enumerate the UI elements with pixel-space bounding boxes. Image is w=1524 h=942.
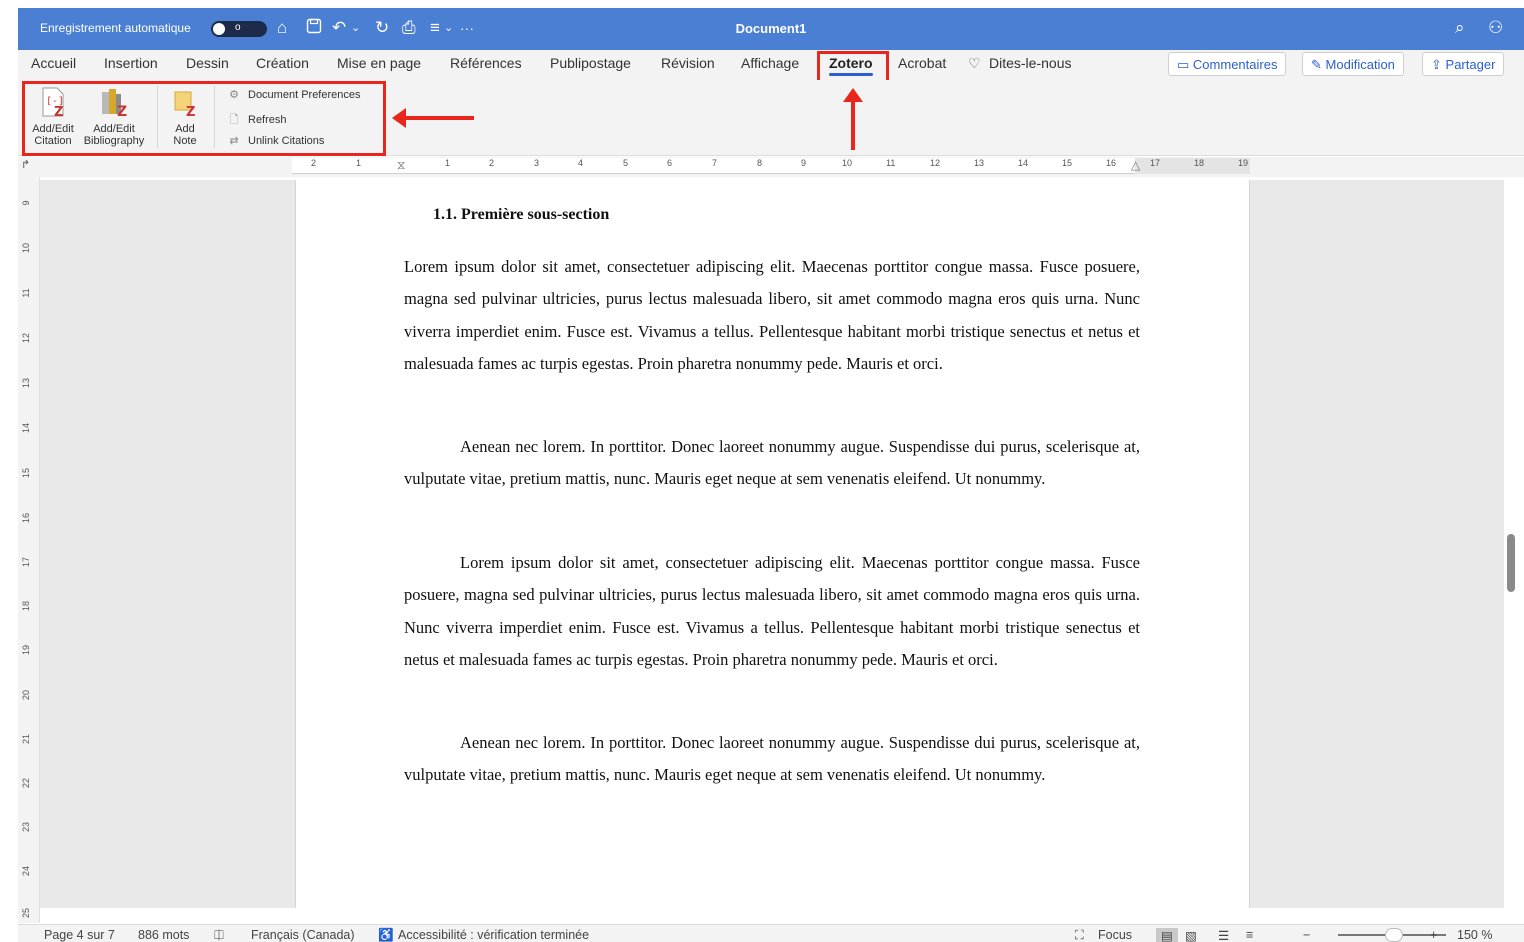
- vertical-ruler-number: 18: [21, 601, 31, 612]
- tab-creation[interactable]: Création: [256, 55, 309, 71]
- status-bar: Page 4 sur 7 886 mots ⎅ Français (Canada…: [18, 924, 1524, 942]
- tab-dessin[interactable]: Dessin: [186, 55, 229, 71]
- vertical-ruler-number: 9: [21, 200, 31, 206]
- language[interactable]: Français (Canada): [251, 928, 355, 942]
- comment-icon: ▭: [1177, 57, 1190, 72]
- tab-publipostage[interactable]: Publipostage: [550, 55, 631, 71]
- web-layout-icon[interactable]: ▧: [1185, 928, 1197, 942]
- ruler-number: 18: [1194, 158, 1205, 168]
- accessibility-status[interactable]: Accessibilité : vérification terminée: [398, 928, 589, 942]
- accessibility-icon: ♿: [378, 928, 394, 942]
- ruler-number: 9: [801, 158, 807, 168]
- tab-stop-icon[interactable]: ↱: [21, 158, 30, 171]
- tab-references[interactable]: Références: [450, 55, 522, 71]
- vertical-ruler-number: 19: [21, 645, 31, 656]
- vertical-ruler-number: 11: [21, 288, 31, 298]
- ruler-number: 19: [1238, 158, 1249, 168]
- draft-view-icon[interactable]: ≡: [1246, 928, 1253, 942]
- ruler-number: 1: [356, 158, 362, 168]
- zoom-level[interactable]: 150 %: [1457, 928, 1492, 942]
- zoom-in-icon[interactable]: +: [1430, 928, 1437, 942]
- focus-icon: ⛶: [1075, 928, 1084, 942]
- ribbon-tabs: Accueil Insertion Dessin Création Mise e…: [18, 50, 1524, 80]
- ruler-number: 5: [623, 158, 629, 168]
- title-bar: Enregistrement automatique o ⌂ ↶ ⌄ ↻ ⎙ ≡…: [18, 8, 1524, 50]
- editing-button[interactable]: ✎ Modification: [1302, 52, 1404, 76]
- share-people-icon[interactable]: ⚇: [1488, 18, 1503, 38]
- tab-affichage[interactable]: Affichage: [741, 55, 799, 71]
- share-label: Partager: [1445, 57, 1496, 72]
- ruler-number: 4: [578, 158, 584, 168]
- tab-mise-en-page[interactable]: Mise en page: [337, 55, 421, 71]
- tab-revision[interactable]: Révision: [661, 55, 715, 71]
- vertical-ruler-number: 13: [21, 378, 31, 389]
- vertical-ruler-number: 20: [21, 690, 31, 701]
- annotation-arrow-up: [843, 88, 863, 150]
- vertical-ruler-number: 25: [21, 908, 31, 919]
- ruler-number: 8: [757, 158, 763, 168]
- indent-marker-icon[interactable]: ⧖: [397, 158, 405, 173]
- ruler-number: 14: [1018, 158, 1029, 168]
- vertical-ruler-number: 16: [21, 513, 31, 524]
- pencil-icon: ✎: [1311, 57, 1322, 72]
- annotation-arrow-left: [392, 108, 474, 128]
- ruler-number: 2: [489, 158, 495, 168]
- section-heading[interactable]: 1.1. Première sous-section: [433, 206, 609, 224]
- vertical-scrollbar[interactable]: [1507, 534, 1515, 592]
- page-indicator[interactable]: Page 4 sur 7: [44, 928, 115, 942]
- ruler-number: 12: [930, 158, 941, 168]
- tab-acrobat[interactable]: Acrobat: [898, 55, 946, 71]
- focus-button[interactable]: Focus: [1098, 928, 1132, 942]
- zoom-slider-knob[interactable]: [1385, 928, 1403, 942]
- zotero-ribbon-highlight: [22, 81, 386, 156]
- vertical-ruler-number: 14: [21, 423, 31, 434]
- vertical-ruler-number: 10: [21, 243, 31, 254]
- paragraph-1[interactable]: Lorem ipsum dolor sit amet, consectetuer…: [404, 251, 1140, 380]
- tab-dites-le-nous[interactable]: Dites-le-nous: [989, 55, 1071, 71]
- vertical-ruler-number: 17: [21, 557, 31, 568]
- vertical-ruler-number: 21: [21, 734, 31, 745]
- ruler-number: 10: [842, 158, 853, 168]
- vertical-ruler-number: 12: [21, 333, 31, 344]
- ruler-number: 16: [1106, 158, 1117, 168]
- outline-view-icon[interactable]: ☰: [1218, 928, 1229, 942]
- ruler-number: 3: [534, 158, 540, 168]
- ruler-number: 13: [974, 158, 985, 168]
- comments-button[interactable]: ▭ Commentaires: [1168, 52, 1287, 76]
- comments-label: Commentaires: [1192, 57, 1278, 72]
- lightbulb-icon: ♡: [968, 55, 981, 71]
- tab-accueil[interactable]: Accueil: [31, 55, 76, 71]
- search-icon[interactable]: ⌕: [1455, 18, 1465, 38]
- vertical-ruler-number: 24: [21, 866, 31, 877]
- print-layout-icon[interactable]: ▤: [1156, 928, 1178, 942]
- paragraph-2[interactable]: Aenean nec lorem. In porttitor. Donec la…: [404, 431, 1140, 496]
- ruler-number: 6: [667, 158, 673, 168]
- paragraph-3[interactable]: Lorem ipsum dolor sit amet, consectetuer…: [404, 547, 1140, 676]
- right-indent-marker-icon[interactable]: △: [1131, 158, 1140, 172]
- paragraph-4[interactable]: Aenean nec lorem. In porttitor. Donec la…: [404, 727, 1140, 792]
- vertical-ruler-number: 22: [21, 778, 31, 789]
- proofing-icon[interactable]: ⎅: [214, 928, 224, 942]
- ruler-number: 1: [445, 158, 451, 168]
- share-button[interactable]: ⇪ Partager: [1422, 52, 1505, 76]
- share-icon: ⇪: [1431, 57, 1442, 72]
- ruler-number: 7: [712, 158, 718, 168]
- tab-insertion[interactable]: Insertion: [104, 55, 158, 71]
- zoom-out-icon[interactable]: −: [1303, 928, 1310, 942]
- word-count[interactable]: 886 mots: [138, 928, 189, 942]
- editing-label: Modification: [1325, 57, 1395, 72]
- vertical-ruler-number: 23: [21, 822, 31, 833]
- ruler-number: 15: [1062, 158, 1073, 168]
- ruler-number: 11: [886, 158, 896, 168]
- vertical-ruler-number: 15: [21, 468, 31, 479]
- document-title: Document1: [735, 21, 807, 36]
- ruler-number: 2: [311, 158, 317, 168]
- ruler-number: 17: [1150, 158, 1161, 168]
